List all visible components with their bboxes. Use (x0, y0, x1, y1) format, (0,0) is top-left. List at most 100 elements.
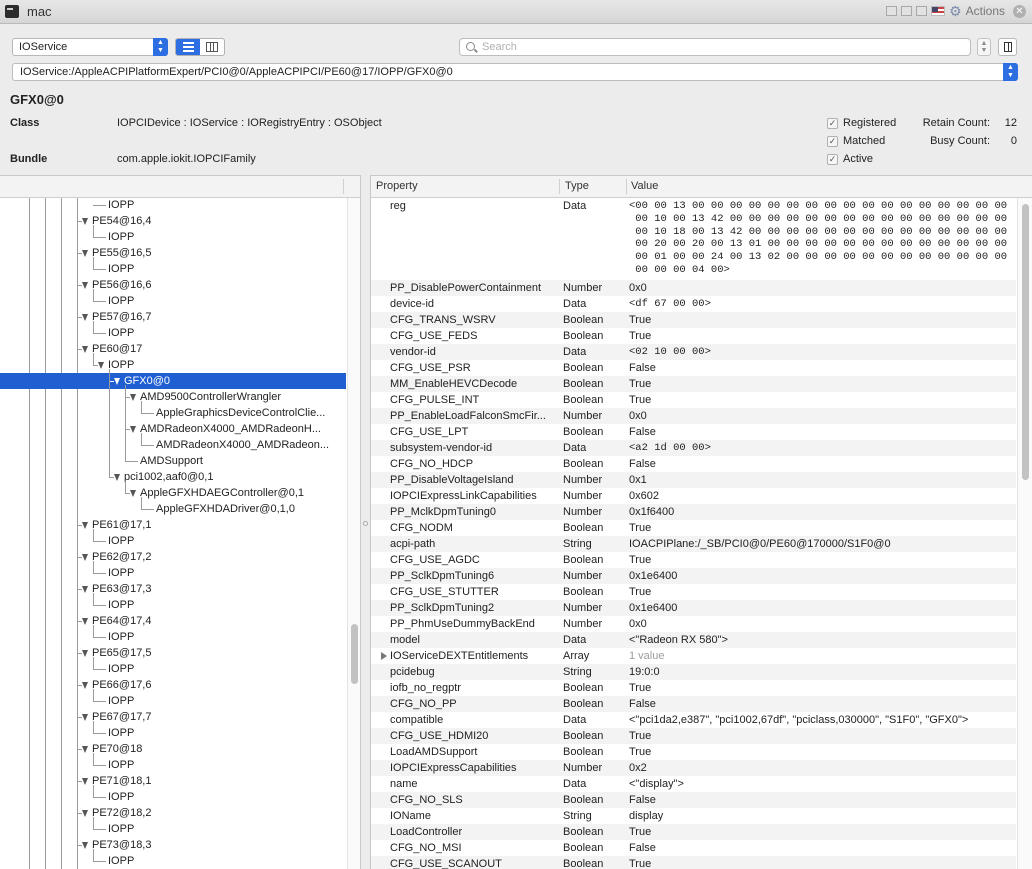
search-field[interactable] (459, 38, 971, 56)
matched-checkbox[interactable]: ✓ (827, 135, 838, 147)
disclosure-triangle-icon[interactable] (82, 746, 88, 753)
property-row[interactable]: compatible Data <"pci1da2,e387", "pci1002,… (371, 712, 1016, 728)
property-row[interactable]: IOServiceDEXTEntitlements Array 1 value (371, 648, 1016, 664)
tree-row[interactable]: IOPP (0, 789, 346, 805)
tree-row[interactable]: PE54@16,4 (0, 213, 346, 229)
disclosure-triangle-icon[interactable] (82, 714, 88, 721)
disclosure-triangle-icon[interactable] (82, 314, 88, 321)
property-row-reg[interactable]: reg Data <00 00 13 00 00 00 00 00 00 00 … (371, 198, 1016, 284)
property-row[interactable]: LoadAMDSupport Boolean True (371, 744, 1016, 760)
property-row[interactable]: PP_SclkDpmTuning6 Number 0x1e6400 (371, 568, 1016, 584)
property-row[interactable]: PP_EnableLoadFalconSmcFir... Number 0x0 (371, 408, 1016, 424)
property-row[interactable]: CFG_USE_AGDC Boolean True (371, 552, 1016, 568)
tree-row[interactable]: GFX0@0 (0, 373, 346, 389)
property-row[interactable]: PP_SclkDpmTuning2 Number 0x1e6400 (371, 600, 1016, 616)
property-column-header[interactable]: Property (376, 180, 418, 192)
tree-row[interactable]: IOPP (0, 597, 346, 613)
property-row[interactable]: CFG_TRANS_WSRV Boolean True (371, 312, 1016, 328)
tree-row[interactable]: IOPP (0, 693, 346, 709)
tree-row[interactable]: AppleGFXHDAEGController@0,1 (0, 485, 346, 501)
property-row[interactable]: IOPCIExpressCapabilities Number 0x2 (371, 760, 1016, 776)
list-view-button[interactable] (176, 39, 201, 55)
tree-row[interactable]: pci1002,aaf0@0,1 (0, 469, 346, 485)
tree-row[interactable]: PE62@17,2 (0, 549, 346, 565)
type-column-header[interactable]: Type (565, 180, 589, 192)
registered-checkbox[interactable]: ✓ (827, 117, 838, 129)
active-checkbox[interactable]: ✓ (827, 153, 838, 165)
tree-row[interactable]: IOPP (0, 629, 346, 645)
splitter-handle-icon[interactable] (363, 521, 368, 526)
inspector-toggle-button[interactable] (998, 38, 1017, 56)
tree-row[interactable]: AMDSupport (0, 453, 346, 469)
disclosure-triangle-icon[interactable] (82, 218, 88, 225)
registry-path-select[interactable]: IOService:/AppleACPIPlatformExpert/PCI0@… (12, 63, 1018, 81)
property-row[interactable]: CFG_USE_SCANOUT Boolean True (371, 856, 1016, 869)
tree-row[interactable]: AppleGFXHDADriver@0,1,0 (0, 501, 346, 517)
tree-row[interactable]: PE65@17,5 (0, 645, 346, 661)
tree-row[interactable]: IOPP (0, 293, 346, 309)
tree-row[interactable]: IOPP (0, 261, 346, 277)
browser-view-button[interactable] (200, 39, 224, 55)
property-row[interactable]: PP_MclkDpmTuning0 Number 0x1f6400 (371, 504, 1016, 520)
property-row[interactable]: CFG_PULSE_INT Boolean True (371, 392, 1016, 408)
disclosure-triangle-icon[interactable] (82, 682, 88, 689)
property-row[interactable]: vendor-id Data <02 10 00 00> (371, 344, 1016, 360)
disclosure-triangle-icon[interactable] (381, 652, 387, 660)
property-row[interactable]: LoadController Boolean True (371, 824, 1016, 840)
gear-icon[interactable]: ⚙ (949, 4, 962, 18)
property-row[interactable]: MM_EnableHEVCDecode Boolean True (371, 376, 1016, 392)
properties-scrollbar[interactable] (1017, 198, 1032, 869)
disclosure-triangle-icon[interactable] (82, 650, 88, 657)
tree-row[interactable]: PE71@18,1 (0, 773, 346, 789)
tree-row[interactable]: PE60@17 (0, 341, 346, 357)
tree-row[interactable]: AMDRadeonX4000_AMDRadeonH... (0, 421, 346, 437)
pane-splitter[interactable] (361, 175, 370, 869)
property-row[interactable]: IOPCIExpressLinkCapabilities Number 0x602 (371, 488, 1016, 504)
tree-row[interactable]: AppleGraphicsDeviceControlClie... (0, 405, 346, 421)
tree-row[interactable]: PE72@18,2 (0, 805, 346, 821)
disclosure-triangle-icon[interactable] (130, 490, 136, 497)
tree-row[interactable]: IOPP (0, 821, 346, 837)
value-column-header[interactable]: Value (631, 180, 658, 192)
disclosure-triangle-icon[interactable] (130, 426, 136, 433)
property-row[interactable]: CFG_NO_SLS Boolean False (371, 792, 1016, 808)
disclosure-triangle-icon[interactable] (82, 618, 88, 625)
search-options-stepper[interactable]: ▲ ▼ (977, 38, 991, 56)
property-row[interactable]: CFG_NODM Boolean True (371, 520, 1016, 536)
disclosure-triangle-icon[interactable] (82, 842, 88, 849)
tree-row[interactable]: AMDRadeonX4000_AMDRadeon... (0, 437, 346, 453)
property-row[interactable]: CFG_NO_HDCP Boolean False (371, 456, 1016, 472)
properties-scrollbar-thumb[interactable] (1022, 204, 1029, 480)
property-row[interactable]: CFG_NO_MSI Boolean False (371, 840, 1016, 856)
property-row[interactable]: PP_PhmUseDummyBackEnd Number 0x0 (371, 616, 1016, 632)
property-row[interactable]: model Data <"Radeon RX 580"> (371, 632, 1016, 648)
property-row[interactable]: iofb_no_regptr Boolean True (371, 680, 1016, 696)
close-icon[interactable]: ✕ (1013, 4, 1026, 18)
disclosure-triangle-icon[interactable] (114, 474, 120, 481)
window-mode-icon[interactable] (886, 6, 898, 16)
property-row[interactable]: CFG_NO_PP Boolean False (371, 696, 1016, 712)
tree-row[interactable]: IOPP (0, 853, 346, 869)
property-row[interactable]: name Data <"display"> (371, 776, 1016, 792)
tree-row[interactable]: PE57@16,7 (0, 309, 346, 325)
tree-row[interactable]: IOPP (0, 565, 346, 581)
disclosure-triangle-icon[interactable] (114, 378, 120, 385)
tree-row[interactable]: PE70@18 (0, 741, 346, 757)
tree-row[interactable]: AMD9500ControllerWrangler (0, 389, 346, 405)
tree-row[interactable]: PE56@16,6 (0, 277, 346, 293)
tree-row[interactable]: IOPP (0, 757, 346, 773)
tree-row[interactable]: PE64@17,4 (0, 613, 346, 629)
tree-row[interactable]: IOPP (0, 533, 346, 549)
tree-row[interactable]: IOPP (0, 325, 346, 341)
disclosure-triangle-icon[interactable] (130, 394, 136, 401)
property-row[interactable]: acpi-path String IOACPIPlane:/_SB/PCI0@0/P… (371, 536, 1016, 552)
actions-menu[interactable]: Actions (966, 4, 1005, 18)
search-input[interactable] (482, 40, 962, 54)
property-row[interactable]: CFG_USE_PSR Boolean False (371, 360, 1016, 376)
property-row[interactable]: CFG_USE_HDMI20 Boolean True (371, 728, 1016, 744)
property-row[interactable]: CFG_USE_LPT Boolean False (371, 424, 1016, 440)
disclosure-triangle-icon[interactable] (82, 250, 88, 257)
tree-row[interactable]: PE61@17,1 (0, 517, 346, 533)
tree-row[interactable]: PE66@17,6 (0, 677, 346, 693)
disclosure-triangle-icon[interactable] (82, 522, 88, 529)
